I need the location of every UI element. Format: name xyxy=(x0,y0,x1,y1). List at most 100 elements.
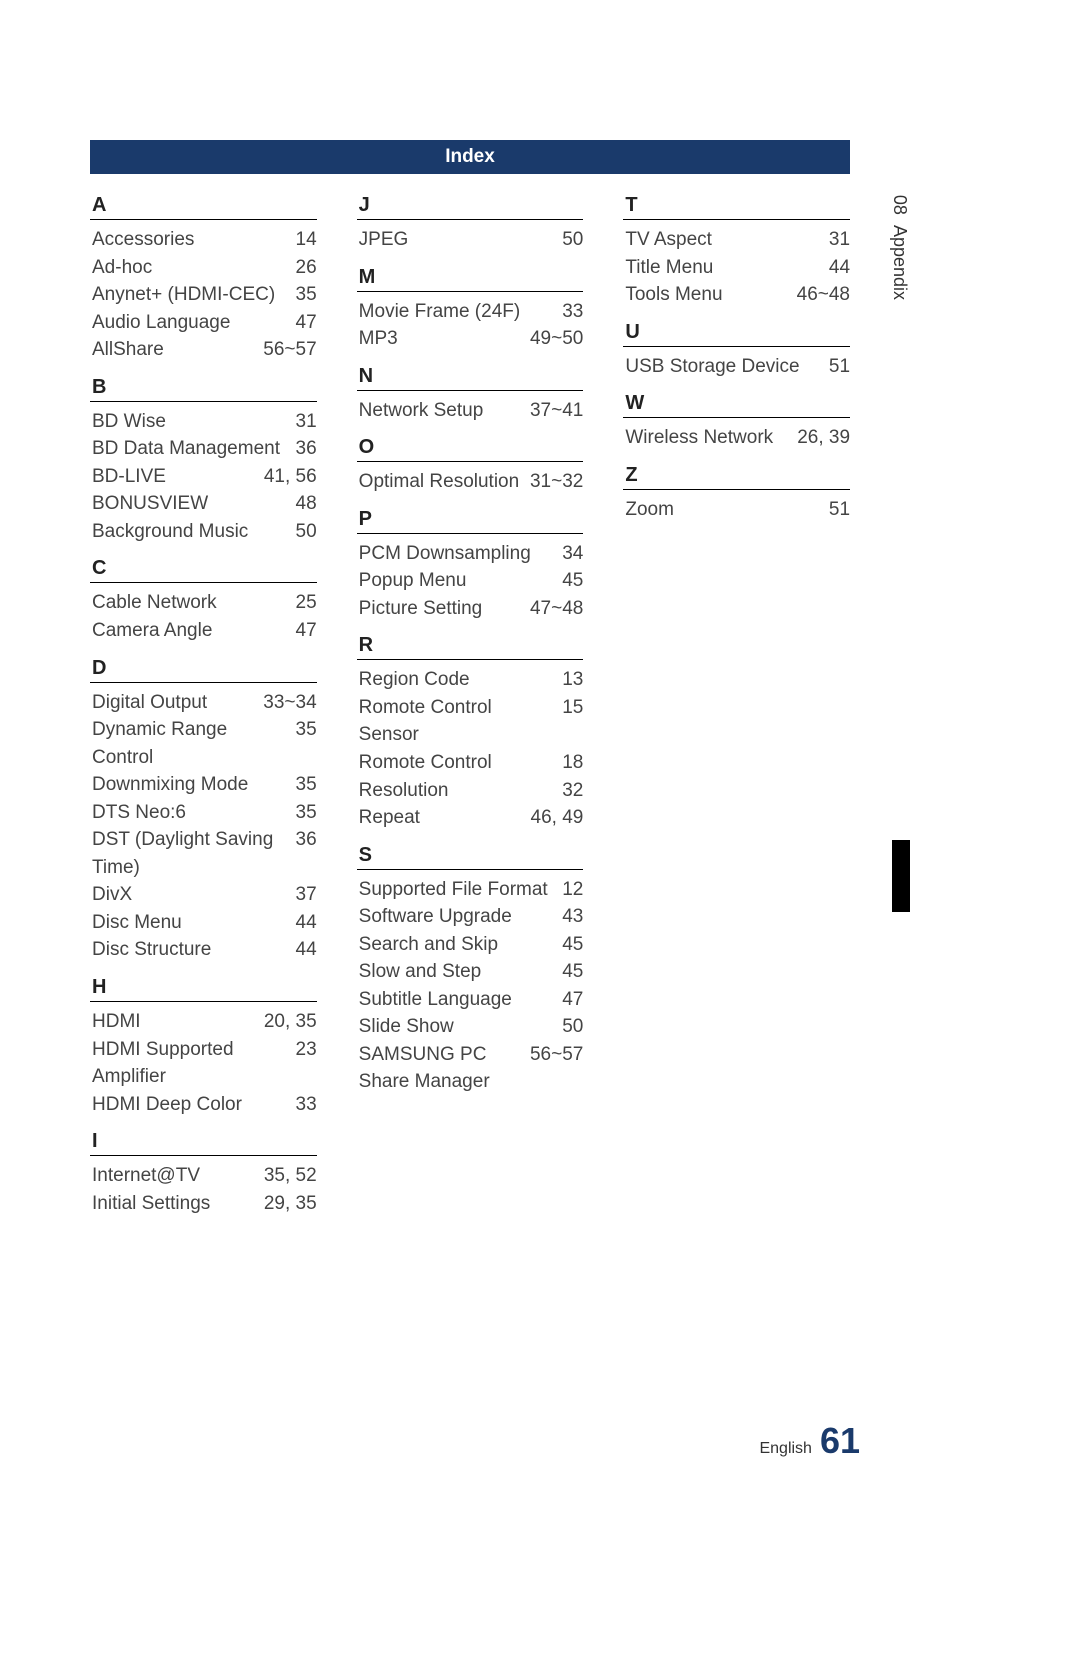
index-entry: Optimal Resolution31~32 xyxy=(357,468,584,496)
index-term: Accessories xyxy=(92,226,288,254)
index-term: HDMI Supported Amplifier xyxy=(92,1036,288,1091)
index-page: 26, 39 xyxy=(797,424,850,452)
index-term: Cable Network xyxy=(92,589,288,617)
index-entry: Dynamic Range Control35 xyxy=(90,716,317,771)
index-entry: SAMSUNG PC Share Manager56~57 xyxy=(357,1041,584,1096)
index-entry: Anynet+ (HDMI-CEC)35 xyxy=(90,281,317,309)
index-page: 35 xyxy=(296,799,317,827)
index-letter: S xyxy=(357,844,584,870)
index-entry: Background Music50 xyxy=(90,518,317,546)
index-page: 48 xyxy=(296,490,317,518)
index-entry: BD Data Management36 xyxy=(90,435,317,463)
index-page: 20, 35 xyxy=(264,1008,317,1036)
index-entry: DTS Neo:635 xyxy=(90,799,317,827)
index-section: CCable Network25Camera Angle47 xyxy=(90,557,317,644)
index-page: 51 xyxy=(829,496,850,524)
index-letter: H xyxy=(90,976,317,1002)
index-term: Tools Menu xyxy=(625,281,788,309)
index-term: BD Data Management xyxy=(92,435,288,463)
index-entry: HDMI20, 35 xyxy=(90,1008,317,1036)
index-entry: Popup Menu45 xyxy=(357,567,584,595)
index-term: Romote Control xyxy=(359,749,555,777)
index-entry: Network Setup37~41 xyxy=(357,397,584,425)
side-tab: 08 Appendix xyxy=(889,195,910,300)
index-entry: Repeat46, 49 xyxy=(357,804,584,832)
index-letter: B xyxy=(90,376,317,402)
index-page: 31 xyxy=(296,408,317,436)
index-entry: JPEG50 xyxy=(357,226,584,254)
index-letter: W xyxy=(623,392,850,418)
side-thumb-marker xyxy=(892,840,910,912)
index-entry: Zoom 51 xyxy=(623,496,850,524)
index-page: 47 xyxy=(562,986,583,1014)
index-term: BD-LIVE xyxy=(92,463,256,491)
index-entry: Internet@TV35, 52 xyxy=(90,1162,317,1190)
index-page: 43 xyxy=(562,903,583,931)
footer: English 61 xyxy=(759,1420,860,1462)
index-section: PPCM Downsampling34Popup Menu45Picture S… xyxy=(357,508,584,623)
index-page: 25 xyxy=(296,589,317,617)
index-section: Z Zoom 51 xyxy=(623,464,850,524)
index-letter: N xyxy=(357,365,584,391)
index-page: 35, 52 xyxy=(264,1162,317,1190)
index-term: Audio Language xyxy=(92,309,288,337)
index-term: Dynamic Range Control xyxy=(92,716,288,771)
index-page: 46~48 xyxy=(797,281,850,309)
index-term: Search and Skip xyxy=(359,931,555,959)
index-term: Camera Angle xyxy=(92,617,288,645)
index-letter: I xyxy=(90,1130,317,1156)
index-term: MP3 xyxy=(359,325,522,353)
index-section: RRegion Code13Romote Control Sensor15Rom… xyxy=(357,634,584,831)
index-term: Ad-hoc xyxy=(92,254,288,282)
index-page: 31 xyxy=(829,226,850,254)
side-tab-num: 08 xyxy=(890,195,910,215)
index-entry: TV Aspect31 xyxy=(623,226,850,254)
index-page: 41, 56 xyxy=(264,463,317,491)
index-letter: O xyxy=(357,436,584,462)
index-entry: AllShare56~57 xyxy=(90,336,317,364)
index-term: JPEG xyxy=(359,226,555,254)
index-page: 56~57 xyxy=(530,1041,583,1096)
index-letter: T xyxy=(623,194,850,220)
index-letter: C xyxy=(90,557,317,583)
index-term: SAMSUNG PC Share Manager xyxy=(359,1041,522,1096)
index-columns: AAccessories14Ad-hoc26Anynet+ (HDMI-CEC)… xyxy=(90,194,850,1229)
index-term: PCM Downsampling xyxy=(359,540,555,568)
index-entry: Slide Show50 xyxy=(357,1013,584,1041)
index-entry: Resolution32 xyxy=(357,777,584,805)
index-page: 12 xyxy=(562,876,583,904)
index-entry: Title Menu44 xyxy=(623,254,850,282)
index-term: Resolution xyxy=(359,777,555,805)
index-section: B BD Wise 31BD Data Management36BD-LIVE 41,… xyxy=(90,376,317,546)
index-entry: Disc Menu 44 xyxy=(90,909,317,937)
index-entry: Tools Menu 46~48 xyxy=(623,281,850,309)
index-letter: J xyxy=(357,194,584,220)
index-term: BD Wise xyxy=(92,408,288,436)
index-term: Network Setup xyxy=(359,397,522,425)
index-term: Disc Menu xyxy=(92,909,288,937)
index-entry: BD-LIVE 41, 56 xyxy=(90,463,317,491)
index-term: Title Menu xyxy=(625,254,821,282)
footer-language: English xyxy=(759,1440,811,1458)
index-section: O Optimal Resolution31~32 xyxy=(357,436,584,496)
index-term: Slide Show xyxy=(359,1013,555,1041)
index-page: 44 xyxy=(296,909,317,937)
index-page: 29, 35 xyxy=(264,1190,317,1218)
index-term: Zoom xyxy=(625,496,821,524)
index-entry: Audio Language47 xyxy=(90,309,317,337)
index-section: AAccessories14Ad-hoc26Anynet+ (HDMI-CEC)… xyxy=(90,194,317,364)
index-entry: Picture Setting47~48 xyxy=(357,595,584,623)
index-page: 31~32 xyxy=(530,468,583,496)
index-page: 18 xyxy=(562,749,583,777)
index-page: 13 xyxy=(562,666,583,694)
index-page: 26 xyxy=(296,254,317,282)
index-entry: Romote Control Sensor15 xyxy=(357,694,584,749)
index-term: Subtitle Language xyxy=(359,986,555,1014)
header-bar: Index xyxy=(90,140,850,174)
index-term: Disc Structure xyxy=(92,936,288,964)
index-term: DST (Daylight Saving Time) xyxy=(92,826,288,881)
index-letter: Z xyxy=(623,464,850,490)
index-entry: HDMI Supported Amplifier23 xyxy=(90,1036,317,1091)
index-entry: Ad-hoc 26 xyxy=(90,254,317,282)
index-page: 23 xyxy=(296,1036,317,1091)
